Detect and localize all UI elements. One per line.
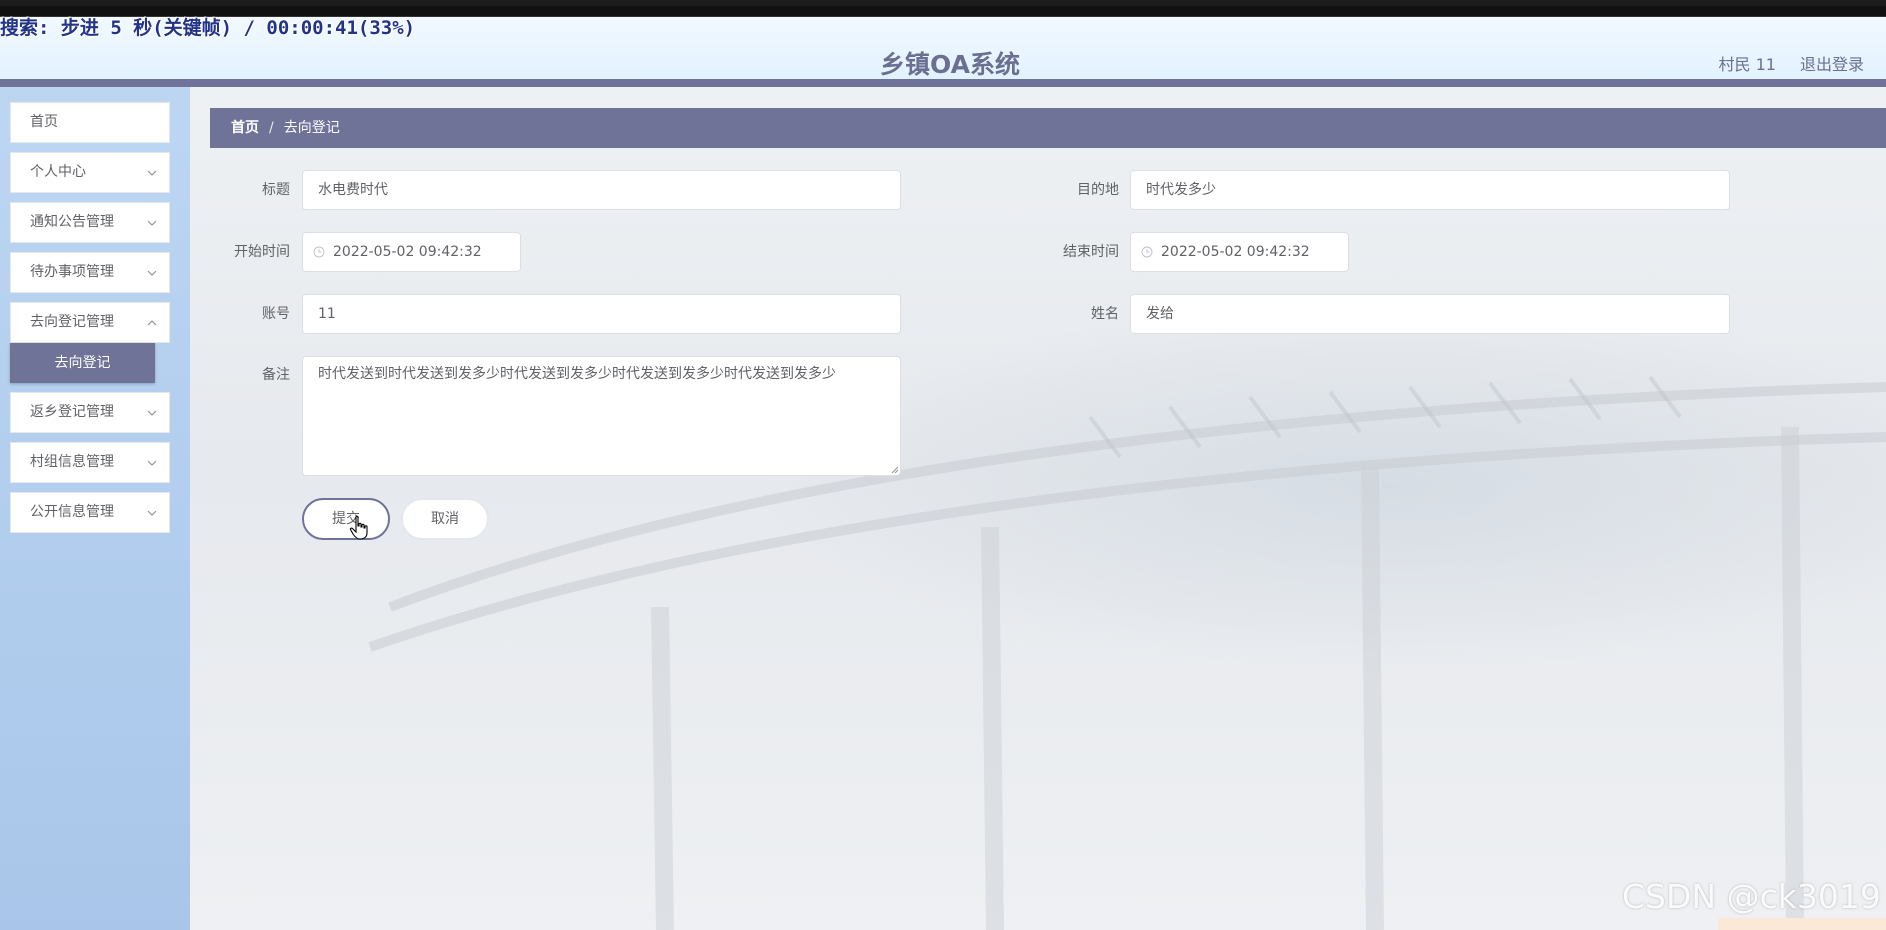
screen-top-strip — [0, 0, 1886, 17]
header-user-area: 村民 11 退出登录 — [1719, 54, 1864, 76]
title-label: 标题 — [262, 182, 290, 198]
title-input[interactable]: 水电费时代 — [302, 170, 901, 210]
remark-value: 时代发送到时代发送到发多少时代发送到发多少时代发送到发多少时代发送到发多少 — [318, 366, 836, 382]
name-input[interactable]: 发给 — [1130, 294, 1730, 334]
current-user-link[interactable]: 村民 11 — [1719, 54, 1776, 76]
start-time-label: 开始时间 — [234, 244, 290, 260]
account-label: 账号 — [262, 306, 290, 322]
name-label: 姓名 — [1091, 306, 1119, 322]
end-time-picker[interactable]: 2022-05-02 09:42:32 — [1130, 232, 1349, 272]
chevron-down-icon — [145, 303, 159, 342]
csdn-watermark: CSDN @ck3019 — [1622, 877, 1881, 916]
chevron-down-icon — [145, 203, 159, 242]
sidebar-item-label: 首页 — [30, 114, 58, 130]
sidebar-item-home[interactable]: 首页 — [10, 102, 170, 143]
remark-label: 备注 — [262, 367, 290, 383]
breadcrumb: 首页 / 去向登记 — [210, 108, 1886, 148]
cancel-button[interactable]: 取消 — [401, 498, 489, 540]
corner-taskbar-logo — [1718, 918, 1886, 930]
clock-icon — [1141, 246, 1153, 258]
submit-button[interactable]: 提交 — [302, 498, 390, 540]
sidebar-item-label: 通知公告管理 — [30, 214, 114, 230]
account-input[interactable]: 11 — [302, 294, 901, 334]
clock-icon — [313, 246, 325, 258]
sidebar-item-label: 公开信息管理 — [30, 504, 114, 520]
start-time-picker[interactable]: 2022-05-02 09:42:32 — [302, 232, 521, 272]
sidebar-item-label: 待办事项管理 — [30, 264, 114, 280]
hand-cursor-icon — [349, 515, 368, 540]
chevron-down-icon — [145, 493, 159, 532]
sidebar-item-personal-center[interactable]: 个人中心 — [10, 152, 170, 193]
chevron-down-icon — [145, 253, 159, 292]
sidebar-item-label: 返乡登记管理 — [30, 404, 114, 420]
main-content: 首页 / 去向登记 标题 水电费时代 目的地 时代发多少 开始时间 2022-05-… — [190, 87, 1886, 930]
breadcrumb-separator: / — [269, 120, 274, 136]
sidebar-menu: 首页 个人中心 通知公告管理 待办事项管理 去向登记管理 去向登记 返乡登记管理… — [0, 87, 190, 930]
recording-overlay-text: 搜索: 步进 5 秒(关键帧) / 00:00:41(33%) — [0, 17, 416, 39]
sidebar-item-notice-management[interactable]: 通知公告管理 — [10, 202, 170, 243]
sidebar-subitem-whereabouts-register[interactable]: 去向登记 — [10, 343, 155, 383]
chevron-down-icon — [145, 153, 159, 192]
start-time-value: 2022-05-02 09:42:32 — [333, 244, 482, 260]
destination-label: 目的地 — [1077, 182, 1119, 198]
destination-input[interactable]: 时代发多少 — [1130, 170, 1730, 210]
breadcrumb-current: 去向登记 — [283, 120, 340, 136]
site-title: 乡镇OA系统 — [880, 50, 1020, 79]
screen-top-strip-bar — [0, 6, 1886, 17]
end-time-value: 2022-05-02 09:42:32 — [1161, 244, 1310, 260]
breadcrumb-home-link[interactable]: 首页 — [231, 120, 259, 136]
resize-grip-icon[interactable] — [889, 464, 899, 474]
end-time-label: 结束时间 — [1063, 244, 1119, 260]
header-divider-band — [0, 79, 1886, 87]
sidebar-item-label: 村组信息管理 — [30, 454, 114, 470]
sidebar-item-label: 个人中心 — [30, 164, 86, 180]
sidebar-item-todo-management[interactable]: 待办事项管理 — [10, 252, 170, 293]
sidebar-item-public-info-management[interactable]: 公开信息管理 — [10, 492, 170, 533]
sidebar-item-return-management[interactable]: 返乡登记管理 — [10, 392, 170, 433]
chevron-down-icon — [145, 393, 159, 432]
chevron-down-icon — [145, 443, 159, 482]
remark-textarea[interactable]: 时代发送到时代发送到发多少时代发送到发多少时代发送到发多少时代发送到发多少 — [302, 356, 901, 476]
sidebar-item-label: 去向登记管理 — [30, 314, 114, 330]
logout-link[interactable]: 退出登录 — [1800, 54, 1864, 76]
sidebar-item-whereabouts-management[interactable]: 去向登记管理 — [10, 302, 170, 343]
sidebar-item-village-info-management[interactable]: 村组信息管理 — [10, 442, 170, 483]
